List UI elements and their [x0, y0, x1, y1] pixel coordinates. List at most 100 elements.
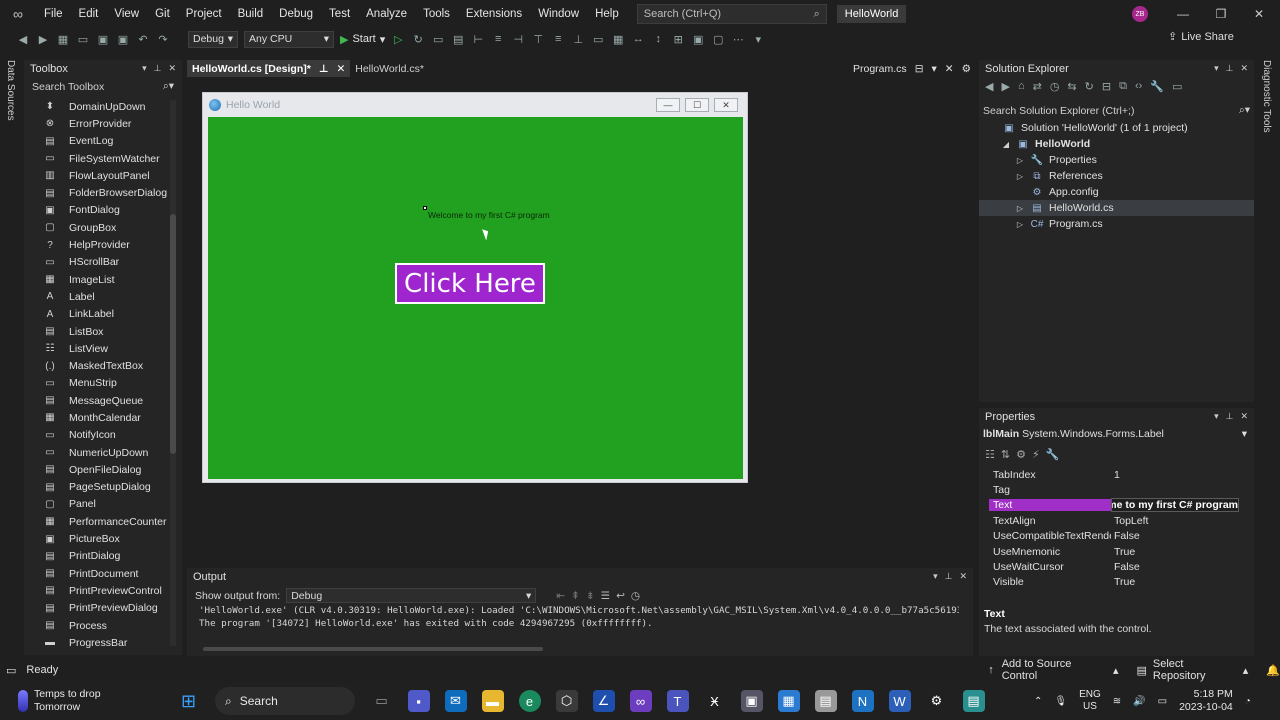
language-indicator[interactable]: ENG US [1079, 689, 1101, 713]
property-row[interactable]: UseWaitCursor False [989, 559, 1239, 574]
property-value[interactable]: True [1111, 546, 1239, 558]
toolbox-item-printdialog[interactable]: ▤ PrintDialog [24, 548, 174, 565]
toolbox-item-fontdialog[interactable]: ▣ FontDialog [24, 202, 174, 219]
toolbox-item-helpprovider[interactable]: ? HelpProvider [24, 236, 174, 253]
teams-chat-icon[interactable]: ▪ [407, 690, 430, 712]
property-row[interactable]: TabIndex 1 [989, 467, 1239, 482]
align-top-icon[interactable]: ⊤ [531, 32, 545, 46]
toolbox-item-monthcalendar[interactable]: ▦ MonthCalendar [24, 409, 174, 426]
minimize-icon[interactable]: — [1164, 0, 1202, 28]
toolbox-item-printpreviewcontrol[interactable]: ▤ PrintPreviewControl [24, 582, 174, 599]
toolbox-item-eventlog[interactable]: ▤ EventLog [24, 133, 174, 150]
align-center-icon[interactable]: ≡ [491, 32, 505, 46]
property-pages-icon[interactable]: 🔧 [1046, 448, 1060, 461]
clock-icon[interactable]: ◷ [631, 590, 640, 602]
clear-all-icon[interactable]: ☰ [601, 590, 610, 602]
microphone-icon[interactable]: 🎙 [1054, 696, 1067, 707]
toolbox-item-maskedtextbox[interactable]: (.) MaskedTextBox [24, 357, 174, 374]
tree-item[interactable]: ▷ 🔧 Properties [979, 152, 1254, 168]
property-value[interactable]: True [1111, 576, 1239, 588]
toolbox-item-printpreviewdialog[interactable]: ▤ PrintPreviewDialog [24, 600, 174, 617]
pin-icon[interactable]: ⊥ [1226, 63, 1234, 74]
toolbox-item-messagequeue[interactable]: ▤ MessageQueue [24, 392, 174, 409]
taskbar-search[interactable]: ⌕ Search [215, 687, 355, 715]
close-icon[interactable]: ✕ [1240, 63, 1248, 74]
clock[interactable]: 5:18 PM 2023-10-04 [1179, 688, 1233, 714]
app-icon[interactable]: ▤ [814, 690, 837, 712]
hot-reload-icon[interactable]: ↻ [411, 32, 425, 46]
toolbox-item-notifyicon[interactable]: ▭ NotifyIcon [24, 427, 174, 444]
toolbox-item-filesystemwatcher[interactable]: ▭ FileSystemWatcher [24, 150, 174, 167]
find-message-icon[interactable]: ⇤ [556, 590, 565, 602]
toolbox-item-panel[interactable]: ▢ Panel [24, 496, 174, 513]
configuration-select[interactable]: Debug ▾ [188, 30, 238, 48]
toolbox-item-label[interactable]: A Label [24, 288, 174, 305]
properties-view-icon[interactable]: ⚙ [1016, 448, 1026, 461]
tree-item[interactable]: ▣ Solution 'HelloWorld' (1 of 1 project) [979, 120, 1254, 136]
property-row[interactable]: TextWelcome to my first C# program [989, 498, 1239, 513]
menu-window[interactable]: Window [530, 0, 587, 28]
close-icon[interactable]: ✕ [168, 63, 176, 74]
toolbox-scrollbar-thumb[interactable] [170, 214, 176, 454]
gear-icon[interactable]: ⚙ [962, 63, 971, 75]
pin-icon[interactable]: ⊥ [1226, 411, 1234, 422]
form-maximize-icon[interactable]: ☐ [685, 98, 709, 112]
property-value[interactable]: False [1111, 530, 1239, 542]
property-row[interactable]: UseCompatibleTextRenderingFalse [989, 529, 1239, 544]
menu-build[interactable]: Build [230, 0, 272, 28]
send-back-icon[interactable]: ▢ [711, 32, 725, 46]
close-icon[interactable]: ✕ [1240, 411, 1248, 422]
notepad-icon[interactable]: ▤ [962, 690, 985, 712]
new-project-icon[interactable]: ▦ [56, 32, 70, 46]
redo-icon[interactable]: ↷ [156, 32, 170, 46]
prev-message-icon[interactable]: ⇞ [571, 590, 580, 602]
toolbox-item-menustrip[interactable]: ▭ MenuStrip [24, 375, 174, 392]
click-here-button[interactable]: Click Here [395, 263, 545, 304]
close-icon[interactable]: ✕ [1240, 0, 1278, 28]
refresh-icon[interactable]: ↻ [1085, 80, 1094, 93]
app-icon[interactable]: Ӿ [704, 690, 726, 712]
live-share-button[interactable]: ⇪ Live Share [1168, 30, 1234, 44]
property-row[interactable]: Tag [989, 482, 1239, 497]
pending-changes-icon[interactable]: ◷ [1050, 80, 1060, 93]
expand-arrow-icon[interactable]: ◢ [1001, 140, 1011, 149]
form-close-icon[interactable]: ✕ [714, 98, 738, 112]
toolbox-item-listview[interactable]: ☷ ListView [24, 340, 174, 357]
form-minimize-icon[interactable]: — [656, 98, 680, 112]
dropdown-icon[interactable]: ▾ [932, 63, 937, 75]
spacing-vertical-icon[interactable]: ↕ [651, 32, 665, 46]
notification-center-icon[interactable]: ◔ [1245, 696, 1251, 707]
pin-icon[interactable]: ⊥ [154, 63, 162, 74]
property-row[interactable]: Visible True [989, 575, 1239, 590]
menu-help[interactable]: Help [587, 0, 627, 28]
toolbox-item-pagesetupdialog[interactable]: ▤ PageSetupDialog [24, 479, 174, 496]
toolbox-item-numericupdown[interactable]: ▭ NumericUpDown [24, 444, 174, 461]
menu-tools[interactable]: Tools [415, 0, 458, 28]
back-icon[interactable]: ◀ [985, 80, 993, 93]
open-icon[interactable]: ▭ [76, 32, 90, 46]
property-row[interactable]: UseMnemonic True [989, 544, 1239, 559]
properties-object-select[interactable]: lblMain System.Windows.Forms.Label ▾ [983, 428, 1253, 440]
align-middle-icon[interactable]: ≡ [551, 32, 565, 46]
browse-icon[interactable]: ▭ [431, 32, 445, 46]
welcome-label[interactable]: Welcome to my first C# program [428, 210, 550, 220]
settings-icon[interactable]: ⚙ [926, 690, 948, 712]
tree-item[interactable]: ▷ C# Program.cs [979, 216, 1254, 232]
toolbox-item-process[interactable]: ▤ Process [24, 617, 174, 634]
center-icon[interactable]: ⊞ [671, 32, 685, 46]
alphabetical-icon[interactable]: ⇅ [1001, 448, 1010, 461]
view-code-icon[interactable]: ‹› [1135, 80, 1142, 93]
weather-widget[interactable]: Temps to drop Tomorrow [0, 688, 170, 714]
battery-icon[interactable]: ▭ [1158, 696, 1167, 707]
task-view-icon[interactable]: ▭ [371, 690, 393, 712]
close-icon[interactable]: ✕ [945, 63, 954, 75]
menu-file[interactable]: File [36, 0, 71, 28]
start-button[interactable]: ▶ Start ▾ [340, 33, 385, 46]
form-window[interactable]: Hello World — ☐ ✕ Welcome to my first C#… [202, 92, 748, 483]
platform-select[interactable]: Any CPU ▾ [244, 30, 334, 48]
close-icon[interactable]: ✕ [959, 571, 967, 582]
spacing-icon[interactable]: ↔ [631, 32, 645, 46]
menu-project[interactable]: Project [178, 0, 230, 28]
toolbox-item-flowlayoutpanel[interactable]: ▥ FlowLayoutPanel [24, 167, 174, 184]
wifi-icon[interactable]: ≋ [1113, 696, 1121, 707]
